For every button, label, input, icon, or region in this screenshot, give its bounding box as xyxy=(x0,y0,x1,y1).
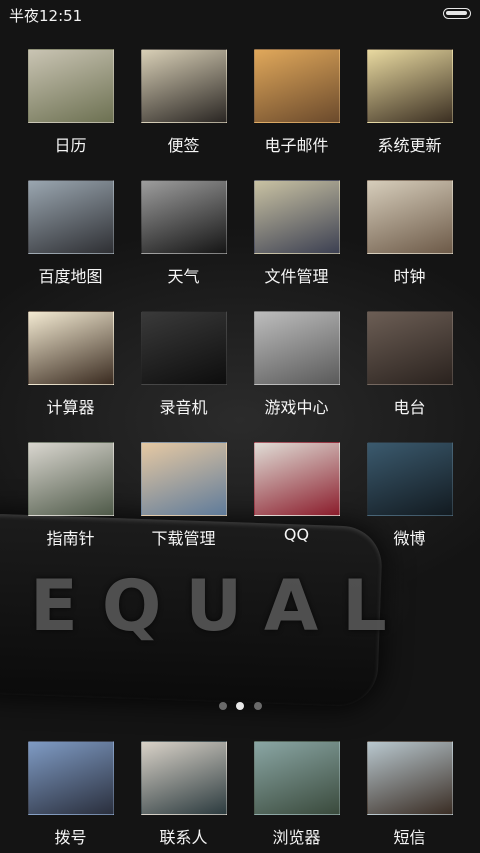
app-thumbnail xyxy=(366,49,453,123)
app-thumbnail xyxy=(366,442,453,516)
dock-app-thumbnail xyxy=(253,741,340,815)
app-label: 百度地图 xyxy=(38,267,103,286)
app-label: 电台 xyxy=(393,398,426,417)
dock-app-icon[interactable]: 联系人 xyxy=(127,741,240,848)
dock-app-thumbnail xyxy=(366,741,453,815)
app-thumbnail xyxy=(140,442,227,516)
battery-level xyxy=(446,11,467,15)
app-label: 时钟 xyxy=(393,267,426,286)
app-label: 便签 xyxy=(167,136,200,155)
app-label: 微博 xyxy=(393,529,426,548)
app-label: 计算器 xyxy=(46,398,95,417)
app-label: 电子邮件 xyxy=(264,136,329,155)
app-icon[interactable]: 便签 xyxy=(127,49,240,156)
app-label: 下载管理 xyxy=(151,529,216,548)
app-thumbnail xyxy=(253,49,340,123)
app-thumbnail xyxy=(27,180,114,254)
app-icon[interactable]: QQ xyxy=(240,442,353,544)
app-icon[interactable]: 下载管理 xyxy=(127,442,240,549)
dock-app-icon[interactable]: 拨号 xyxy=(14,741,127,848)
app-label: 系统更新 xyxy=(377,136,442,155)
dock-app-label: 浏览器 xyxy=(272,828,321,847)
dock-app-label: 联系人 xyxy=(159,828,208,847)
app-icon[interactable]: 电子邮件 xyxy=(240,49,353,156)
wallpaper-ring-text: EQUAL xyxy=(30,565,411,647)
dock-app-label: 拨号 xyxy=(54,828,87,847)
dock-app-thumbnail xyxy=(140,741,227,815)
app-label: 录音机 xyxy=(159,398,208,417)
app-thumbnail xyxy=(253,311,340,385)
page-dot[interactable] xyxy=(254,702,262,710)
app-icon[interactable]: 指南针 xyxy=(14,442,127,549)
app-thumbnail xyxy=(366,180,453,254)
app-icon[interactable]: 微博 xyxy=(353,442,466,549)
app-icon[interactable]: 电台 xyxy=(353,311,466,418)
status-time: 半夜12:51 xyxy=(9,7,83,25)
app-icon[interactable]: 天气 xyxy=(127,180,240,287)
dock-app-icon[interactable]: 短信 xyxy=(353,741,466,848)
battery-full-icon xyxy=(443,8,471,19)
app-label: 指南针 xyxy=(46,529,95,548)
app-thumbnail xyxy=(27,442,114,516)
page-dot[interactable] xyxy=(219,702,227,710)
app-icon[interactable]: 游戏中心 xyxy=(240,311,353,418)
dock-app-icon[interactable]: 浏览器 xyxy=(240,741,353,848)
app-icon[interactable]: 计算器 xyxy=(14,311,127,418)
app-label: 游戏中心 xyxy=(264,398,329,417)
app-thumbnail xyxy=(140,180,227,254)
app-thumbnail xyxy=(27,311,114,385)
app-label: 文件管理 xyxy=(264,267,329,286)
app-icon[interactable]: 日历 xyxy=(14,49,127,156)
app-icon[interactable]: 时钟 xyxy=(353,180,466,287)
app-label: 日历 xyxy=(54,136,87,155)
app-label: QQ xyxy=(283,525,310,544)
app-label: 天气 xyxy=(167,267,200,286)
dock-app-label: 短信 xyxy=(393,828,426,847)
app-thumbnail xyxy=(140,49,227,123)
app-icon[interactable]: 系统更新 xyxy=(353,49,466,156)
app-thumbnail xyxy=(366,311,453,385)
app-icon[interactable]: 百度地图 xyxy=(14,180,127,287)
app-thumbnail xyxy=(253,180,340,254)
app-icon[interactable]: 文件管理 xyxy=(240,180,353,287)
page-dot[interactable] xyxy=(236,702,244,710)
app-thumbnail xyxy=(140,311,227,385)
app-thumbnail xyxy=(253,442,340,516)
status-bar: 半夜12:51 xyxy=(0,0,480,28)
dock-app-thumbnail xyxy=(27,741,114,815)
app-thumbnail xyxy=(27,49,114,123)
app-icon[interactable]: 录音机 xyxy=(127,311,240,418)
page-indicator xyxy=(0,702,480,712)
